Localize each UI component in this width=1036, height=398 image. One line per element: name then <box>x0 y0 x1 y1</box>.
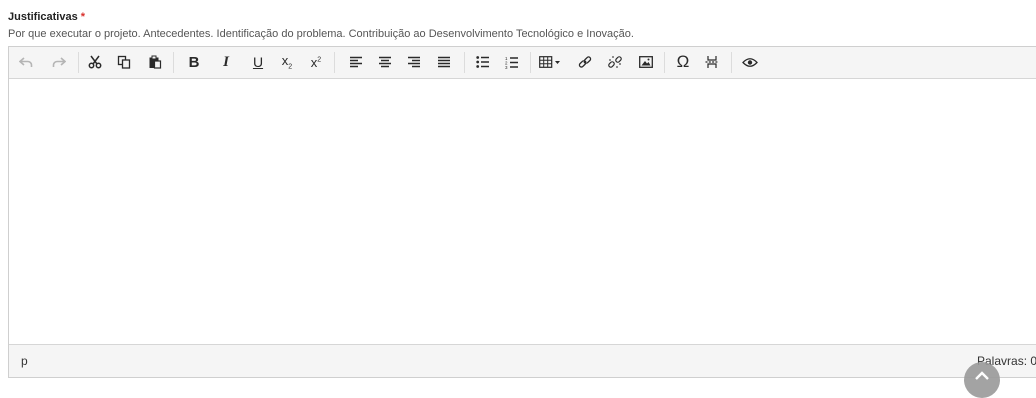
table-button[interactable] <box>536 51 564 73</box>
field-label: Justificativas * <box>8 11 85 23</box>
chevron-up-icon <box>975 371 989 380</box>
rich-text-editor: B I U x2 x2 123 Ω p Palavras: 0 <box>8 46 1036 378</box>
link-button[interactable] <box>574 51 596 73</box>
toolbar-separator <box>530 52 531 73</box>
italic-button[interactable]: I <box>215 51 237 73</box>
redo-button[interactable] <box>48 51 70 73</box>
toolbar-separator <box>78 52 79 73</box>
page-break-button[interactable] <box>701 51 723 73</box>
editor-statusbar: p Palavras: 0 <box>9 344 1036 377</box>
superscript-button[interactable]: x2 <box>305 51 327 73</box>
editor-content-area[interactable] <box>9 79 1036 344</box>
toolbar-separator <box>664 52 665 73</box>
numbered-list-button[interactable]: 123 <box>501 51 523 73</box>
italic-icon: I <box>223 53 229 70</box>
bold-icon: B <box>188 53 200 71</box>
redo-icon <box>52 57 66 67</box>
scroll-to-top-button[interactable] <box>964 362 1000 398</box>
unlink-button[interactable] <box>604 51 626 73</box>
element-path[interactable]: p <box>21 354 28 368</box>
align-left-button[interactable] <box>345 51 367 73</box>
toolbar-separator <box>464 52 465 73</box>
undo-icon <box>19 57 33 67</box>
special-char-icon: Ω <box>676 52 690 71</box>
align-center-button[interactable] <box>374 51 396 73</box>
preview-button[interactable] <box>739 51 761 73</box>
cut-icon <box>88 55 102 69</box>
field-label-text: Justificativas <box>8 11 78 23</box>
align-right-icon <box>408 56 420 68</box>
copy-button[interactable] <box>113 51 135 73</box>
image-icon <box>639 56 653 68</box>
align-center-icon <box>379 56 391 68</box>
unlink-icon <box>608 56 622 68</box>
subscript-icon: x2 <box>281 53 293 71</box>
paste-icon <box>149 55 162 69</box>
align-left-icon <box>350 56 362 68</box>
numbered-list-icon: 123 <box>505 56 518 69</box>
svg-text:3: 3 <box>505 65 508 69</box>
preview-icon <box>742 57 758 67</box>
bullet-list-button[interactable] <box>472 51 494 73</box>
field-help-text: Por que executar o projeto. Antecedentes… <box>8 28 634 40</box>
bold-button[interactable]: B <box>183 51 205 73</box>
paste-button[interactable] <box>144 51 166 73</box>
underline-icon: U <box>252 54 264 70</box>
link-icon <box>578 56 592 68</box>
align-right-button[interactable] <box>403 51 425 73</box>
copy-icon <box>117 55 131 69</box>
underline-button[interactable]: U <box>247 51 269 73</box>
editor-toolbar: B I U x2 x2 123 Ω <box>9 47 1036 79</box>
toolbar-separator <box>731 52 732 73</box>
special-char-button[interactable]: Ω <box>672 51 694 73</box>
subscript-button[interactable]: x2 <box>276 51 298 73</box>
bullet-list-icon <box>476 56 489 68</box>
image-button[interactable] <box>635 51 657 73</box>
required-marker: * <box>80 11 86 23</box>
align-justify-icon <box>438 56 450 68</box>
toolbar-separator <box>334 52 335 73</box>
cut-button[interactable] <box>84 51 106 73</box>
align-justify-button[interactable] <box>433 51 455 73</box>
table-icon <box>539 56 560 68</box>
undo-button[interactable] <box>15 51 37 73</box>
page-break-icon <box>705 56 719 68</box>
toolbar-separator <box>173 52 174 73</box>
superscript-icon: x2 <box>310 54 322 70</box>
